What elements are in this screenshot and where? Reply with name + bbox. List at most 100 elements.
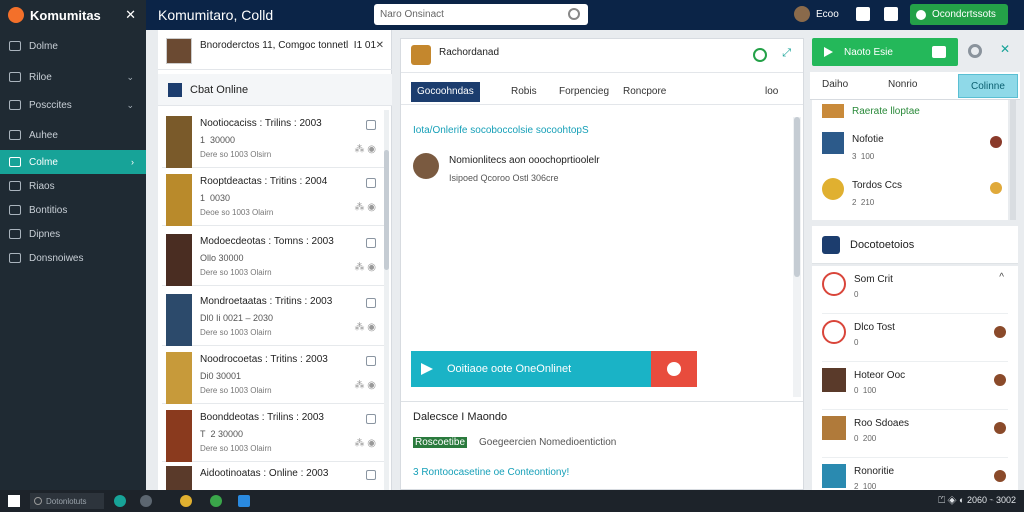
expand-icon[interactable]: ⤢ [782, 47, 791, 60]
item-checkbox[interactable] [366, 414, 376, 424]
app-icon[interactable] [238, 495, 250, 507]
system-notice[interactable]: Iota/Onlerife socoboccolsie socoohtopS [413, 125, 589, 136]
tab-nonrio[interactable]: Nonrio [888, 79, 917, 90]
list-item[interactable]: Aidootinoatas : Online : 2003 [162, 460, 388, 490]
action-icon[interactable] [990, 136, 1002, 148]
list-item[interactable]: Nootiocaciss : Trilins : 2003 1 30000 De… [162, 110, 388, 168]
chevron-up-icon[interactable]: ^ [999, 272, 1004, 283]
sidebar: Dolme Riloe ⌄ Posccites ⌄ Auhee Colme › … [0, 30, 146, 490]
bag-icon[interactable] [856, 7, 870, 21]
list-header-title: Bnoroderctos 11, Comgoc tonnetl I1 01 [200, 40, 377, 51]
chat-scrollbar-thumb[interactable] [794, 117, 800, 277]
tab-colinne[interactable]: Colinne [958, 74, 1018, 98]
sidebar-item-riaos[interactable]: Riaos [0, 174, 146, 198]
panel-scrollbar[interactable] [1010, 100, 1016, 220]
system-tray[interactable]: ⏍ ◈ ◐ 2060 ⌁ 3002 [938, 495, 1016, 506]
chevron-down-icon[interactable]: ⌄ [126, 72, 134, 83]
item-actions-icon[interactable]: ⁂ ◉ [354, 438, 376, 449]
brand[interactable]: Komumitas ✕ [0, 0, 146, 30]
sidebar-item-dolme[interactable]: Dolme [0, 34, 146, 58]
item-actions-icon[interactable]: ⁂ ◉ [354, 380, 376, 391]
tab-gocoohndas[interactable]: Gocoohndas [411, 82, 480, 102]
sidebar-item-dipnes[interactable]: Dipnes [0, 222, 146, 246]
join-online-button[interactable]: Ooitiaoe oote OneOnlinet [411, 351, 697, 387]
sidebar-item-bontitios[interactable]: Bontitios [0, 198, 146, 222]
list-item[interactable]: Dlco Tost 0 [822, 314, 1008, 362]
sidebar-item-auhee[interactable]: Auhee [0, 123, 146, 147]
close-icon[interactable]: ✕ [1000, 42, 1010, 56]
item-checkbox[interactable] [366, 470, 376, 480]
list-item[interactable]: Boonddeotas : Trilins : 2003 T 2 30000 D… [162, 404, 388, 462]
user-name[interactable]: Ecoo [816, 9, 839, 20]
avatar[interactable] [413, 153, 439, 179]
item-name: Raerate lloptae [852, 106, 920, 117]
top-cta-button[interactable]: Ocondcrtssots [910, 4, 1008, 25]
item-title: Nootiocaciss : Trilins : 2003 [200, 118, 322, 129]
item-actions-icon[interactable]: ⁂ ◉ [354, 262, 376, 273]
search-icon[interactable] [568, 8, 580, 20]
app-icon[interactable] [140, 495, 152, 507]
item-checkbox[interactable] [366, 298, 376, 308]
status-icon [916, 9, 926, 20]
list-item[interactable]: Mondroetaatas : Tritins : 2003 Dl0 Ii 00… [162, 288, 388, 346]
sidebar-item-donsnoiwes[interactable]: Donsnoiwes [0, 246, 146, 270]
list-item[interactable]: Hoteor Ooc 0 100 [822, 362, 1008, 410]
list-item[interactable]: Som Crit 0 ^ [822, 266, 1008, 314]
browser-icon[interactable] [210, 495, 222, 507]
gear-icon[interactable] [968, 44, 982, 58]
panel-cta-button[interactable]: Naoto Esie [812, 38, 958, 66]
action-icon[interactable] [994, 326, 1006, 338]
sidebar-item-riloe[interactable]: Riloe ⌄ [0, 65, 146, 89]
list-item[interactable]: Tordos Ccs 2 210 [822, 178, 1002, 214]
avatar[interactable] [166, 38, 192, 64]
announcements-header[interactable]: Docotoetoios [812, 226, 1018, 264]
right-panel: Naoto Esie ✕ Daiho Nonrio Colinne Raerat… [810, 30, 1020, 491]
list-item[interactable]: Noodrocoetas : Tritins : 2003 Di0 30001 … [162, 346, 388, 404]
sidebar-item-colme[interactable]: Colme › [0, 150, 146, 174]
action-icon[interactable] [994, 374, 1006, 386]
list-item[interactable]: Nofotie 3 100 [822, 132, 1002, 168]
search-input[interactable]: Naro Onsinact [374, 4, 588, 25]
item-thumbnail [166, 294, 192, 346]
close-sidebar-icon[interactable]: ✕ [125, 7, 136, 23]
refresh-icon[interactable] [753, 48, 767, 62]
bookmark-icon[interactable] [884, 7, 898, 21]
tab-daiho[interactable]: Daiho [822, 79, 848, 90]
app-icon[interactable] [114, 495, 126, 507]
chevron-down-icon[interactable]: ⌄ [126, 100, 134, 111]
item-checkbox[interactable] [366, 356, 376, 366]
tab-forpencieg[interactable]: Forpencieg [559, 82, 609, 102]
action-icon[interactable] [990, 182, 1002, 194]
item-title: Aidootinoatas : Online : 2003 [200, 468, 329, 479]
list-item[interactable]: Modoecdeotas : Tomns : 2003 Ollo 30000 D… [162, 228, 388, 286]
app-icon[interactable] [180, 495, 192, 507]
chat-scrollbar[interactable] [793, 117, 801, 397]
tab-loo[interactable]: loo [765, 82, 778, 102]
item-actions-icon[interactable]: ⁂ ◉ [354, 322, 376, 333]
info-link[interactable]: 3 Rontoocasetine oe Conteontiony! [413, 467, 569, 478]
item-checkbox[interactable] [366, 178, 376, 188]
list-item[interactable]: Roo Sdoaes 0 200 [822, 410, 1008, 458]
list-item[interactable]: Rooptdeactas : Tritins : 2004 1 0030 Deo… [162, 168, 388, 226]
item-checkbox[interactable] [366, 120, 376, 130]
brand-name: Komumitas [30, 7, 101, 23]
sidebar-item-posccites[interactable]: Posccites ⌄ [0, 93, 146, 117]
tab-roncpore[interactable]: Roncpore [623, 82, 666, 102]
close-icon[interactable]: ✕ [376, 40, 384, 51]
chat-avatar[interactable] [411, 45, 431, 65]
action-icon[interactable] [994, 422, 1006, 434]
list-scrollbar-thumb[interactable] [384, 150, 389, 270]
user-avatar[interactable] [794, 6, 810, 22]
tab-robis[interactable]: Robis [511, 82, 537, 102]
item-actions-icon[interactable]: ⁂ ◉ [354, 202, 376, 213]
chat-online-header[interactable]: Cbat Online [158, 74, 392, 106]
list-scrollbar[interactable] [384, 110, 389, 490]
windows-start-icon[interactable] [8, 495, 20, 507]
end-call-button[interactable] [651, 351, 697, 387]
taskbar-search[interactable]: Dotonlotuts [30, 493, 104, 509]
action-icon[interactable] [994, 470, 1006, 482]
item-checkbox[interactable] [366, 238, 376, 248]
item-actions-icon[interactable]: ⁂ ◉ [354, 144, 376, 155]
item-meta: Dere so 1003 Olairn [200, 268, 272, 277]
sidebar-item-label: Auhee [29, 129, 58, 141]
